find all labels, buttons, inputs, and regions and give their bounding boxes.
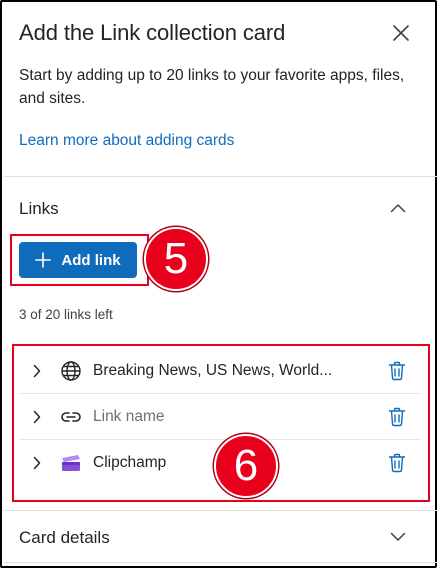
expand-row-button[interactable] bbox=[25, 359, 49, 383]
chevron-right-icon bbox=[33, 456, 41, 470]
chevron-right-icon bbox=[33, 364, 41, 378]
link-icon bbox=[59, 405, 83, 429]
intro-text: Start by adding up to 20 links to your f… bbox=[19, 67, 405, 107]
trash-icon bbox=[388, 453, 406, 473]
clipchamp-icon bbox=[59, 451, 83, 475]
link-label: Breaking News, US News, World... bbox=[93, 362, 333, 379]
link-list-item[interactable]: Link name bbox=[19, 394, 421, 440]
add-link-button[interactable]: Add link bbox=[19, 242, 137, 278]
plus-icon bbox=[35, 252, 52, 268]
close-button[interactable] bbox=[388, 20, 414, 46]
divider bbox=[4, 176, 437, 177]
delete-link-button[interactable] bbox=[385, 405, 409, 429]
close-icon bbox=[393, 25, 409, 41]
panel-frame: Add the Link collection card Start by ad… bbox=[0, 0, 437, 568]
delete-link-button[interactable] bbox=[385, 359, 409, 383]
chevron-up-icon bbox=[390, 204, 406, 213]
chevron-down-icon bbox=[390, 532, 406, 541]
links-remaining-count: 3 of 20 links left bbox=[19, 307, 113, 322]
trash-icon bbox=[388, 407, 406, 427]
divider bbox=[4, 562, 437, 563]
links-section-heading: Links bbox=[19, 199, 59, 218]
link-list-item[interactable]: Breaking News, US News, World... bbox=[19, 348, 421, 394]
expand-row-button[interactable] bbox=[25, 451, 49, 475]
delete-link-button[interactable] bbox=[385, 451, 409, 475]
trash-icon bbox=[388, 361, 406, 381]
link-name-placeholder: Link name bbox=[93, 408, 165, 425]
card-details-expand-toggle[interactable] bbox=[386, 525, 410, 549]
card-details-heading: Card details bbox=[19, 528, 110, 547]
panel-title: Add the Link collection card bbox=[19, 20, 286, 45]
learn-more-link[interactable]: Learn more about adding cards bbox=[19, 132, 234, 150]
callout-badge-6: 6 bbox=[214, 434, 278, 498]
links-collapse-toggle[interactable] bbox=[386, 196, 410, 220]
divider bbox=[4, 510, 437, 511]
chevron-right-icon bbox=[33, 410, 41, 424]
expand-row-button[interactable] bbox=[25, 405, 49, 429]
globe-icon bbox=[59, 359, 83, 383]
callout-badge-5: 5 bbox=[144, 227, 208, 291]
add-link-label: Add link bbox=[61, 251, 121, 269]
